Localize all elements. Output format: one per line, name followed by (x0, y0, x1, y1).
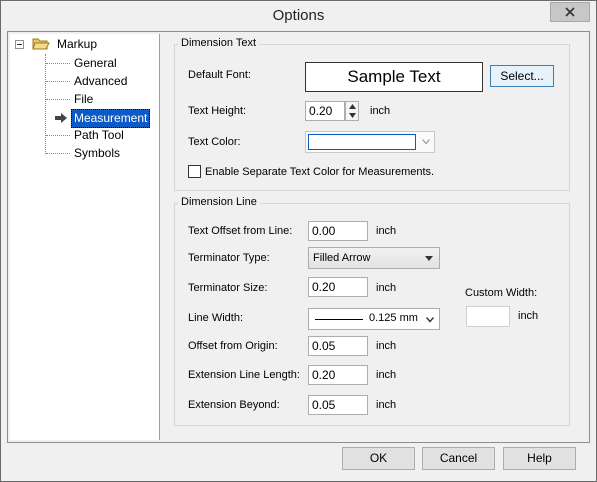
offset-origin-label: Offset from Origin: (188, 340, 278, 352)
spin-up-icon (349, 104, 356, 109)
arrow-right-icon (55, 113, 67, 123)
offset-origin-unit: inch (376, 340, 397, 352)
close-button[interactable] (550, 2, 590, 22)
separate-color-checkbox-label: Enable Separate Text Color for Measureme… (205, 166, 435, 178)
font-sample-preview: Sample Text (305, 62, 483, 92)
dimension-line-group-label: Dimension Line (178, 196, 260, 208)
terminator-size-unit: inch (376, 282, 397, 294)
minus-icon (17, 44, 22, 45)
extension-length-input[interactable]: 0.20 (308, 365, 368, 385)
tree-item-symbols[interactable]: Symbols (72, 145, 122, 162)
chevron-down-icon (426, 317, 434, 323)
line-width-label: Line Width: (188, 312, 244, 324)
ok-button[interactable]: OK (342, 447, 415, 470)
terminator-size-input[interactable]: 0.20 (308, 277, 368, 297)
chevron-down-icon (422, 139, 430, 145)
offset-origin-input[interactable]: 0.05 (308, 336, 368, 356)
options-dialog: Options Markup General Advanced File Mea… (0, 0, 597, 482)
line-width-sample (315, 319, 363, 320)
custom-width-label: Custom Width: (465, 287, 538, 299)
cancel-button[interactable]: Cancel (422, 447, 495, 470)
text-color-label: Text Color: (188, 136, 241, 148)
terminator-size-label: Terminator Size: (188, 282, 268, 294)
tree-item-general[interactable]: General (72, 55, 119, 72)
chevron-down-icon (425, 256, 433, 261)
tree-item-markup[interactable]: Markup (55, 36, 99, 53)
tree-item-advanced[interactable]: Advanced (72, 73, 129, 90)
terminator-type-value: Filled Arrow (313, 252, 371, 264)
text-offset-input[interactable]: 0.00 (308, 221, 368, 241)
separate-color-checkbox[interactable] (188, 165, 201, 178)
tree-connector (46, 81, 70, 82)
text-offset-label: Text Offset from Line: (188, 225, 293, 237)
collapse-toggle[interactable] (15, 40, 24, 49)
tree-item-path-tool[interactable]: Path Tool (72, 127, 126, 144)
help-button[interactable]: Help (503, 447, 576, 470)
window-title: Options (272, 7, 325, 24)
options-tree[interactable]: Markup General Advanced File Measurement… (10, 34, 160, 440)
custom-width-unit: inch (518, 310, 539, 322)
terminator-type-select[interactable]: Filled Arrow (308, 247, 440, 269)
dialog-footer: OK Cancel Help (1, 444, 596, 481)
default-font-label: Default Font: (188, 69, 251, 81)
custom-width-input[interactable] (466, 306, 510, 327)
dimension-text-group-label: Dimension Text (178, 37, 259, 49)
spin-down-icon (349, 113, 356, 118)
tree-connector (46, 63, 70, 64)
dialog-client-area: Markup General Advanced File Measurement… (7, 31, 590, 443)
text-height-unit: inch (370, 105, 391, 117)
tree-connector (46, 153, 70, 154)
text-height-spinner[interactable] (345, 101, 359, 121)
tree-connector (46, 135, 70, 136)
select-font-button[interactable]: Select... (490, 65, 554, 87)
terminator-type-label: Terminator Type: (188, 252, 270, 264)
extension-beyond-label: Extension Beyond: (188, 399, 280, 411)
text-height-input[interactable]: 0.20 (305, 101, 345, 121)
title-bar: Options (1, 1, 596, 31)
line-width-select[interactable]: 0.125 mm (308, 308, 440, 330)
extension-length-label: Extension Line Length: (188, 369, 300, 381)
color-swatch (308, 134, 416, 150)
extension-length-unit: inch (376, 369, 397, 381)
folder-open-icon (32, 38, 50, 50)
extension-beyond-input[interactable]: 0.05 (308, 395, 368, 415)
text-color-picker[interactable] (305, 131, 435, 153)
tree-item-file[interactable]: File (72, 91, 95, 108)
line-width-value: 0.125 mm (369, 312, 418, 324)
close-icon (565, 7, 575, 17)
text-offset-unit: inch (376, 225, 397, 237)
tree-connector (46, 99, 70, 100)
text-height-label: Text Height: (188, 105, 247, 117)
tree-item-measurement[interactable]: Measurement (71, 109, 151, 128)
extension-beyond-unit: inch (376, 399, 397, 411)
tree-connector (45, 54, 46, 154)
